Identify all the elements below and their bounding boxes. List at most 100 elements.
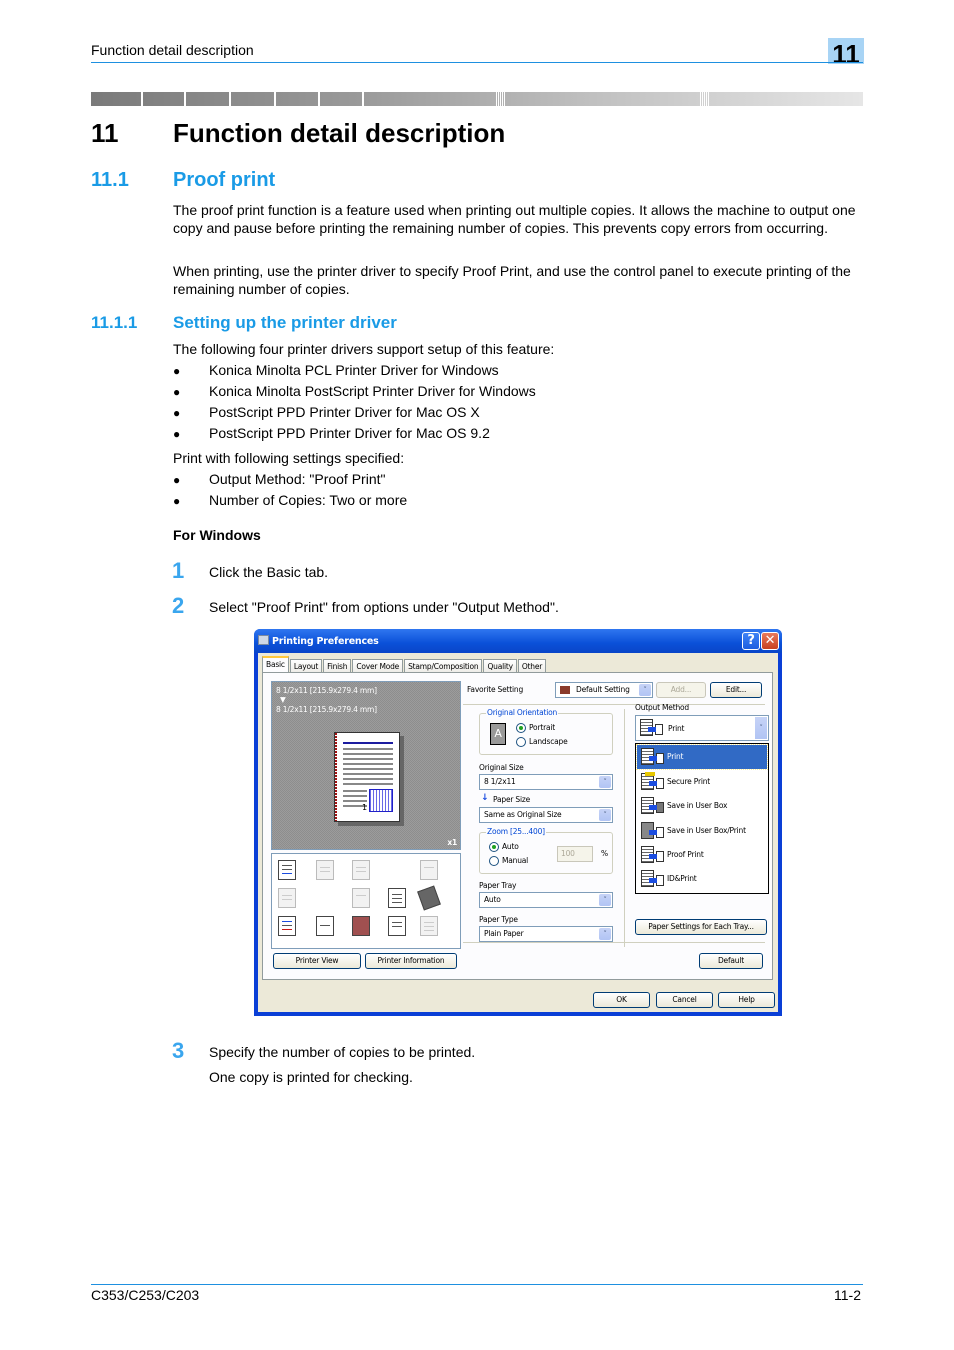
original-size-select[interactable]: 8 1/2x11 ˅ <box>479 774 613 790</box>
portrait-radio[interactable] <box>516 723 526 733</box>
tab-bar: Basic Layout Finish Cover Mode Stamp/Com… <box>262 656 547 673</box>
ok-button[interactable]: OK <box>593 992 650 1008</box>
zoom-value-input[interactable]: 100 <box>557 846 593 862</box>
footer-page-number: 11-2 <box>834 1287 861 1303</box>
decorative-band <box>91 92 863 106</box>
orientation-preview-icon: A <box>490 723 506 745</box>
list-item: ● PostScript PPD Printer Driver for Mac O… <box>173 425 490 441</box>
tab-cover-mode[interactable]: Cover Mode <box>352 659 404 673</box>
print-icon <box>640 719 663 737</box>
preview-paper-size: 8 1/2x11 [215.9x279.4 mm] <box>276 705 377 714</box>
chevron-down-icon[interactable]: ˅ <box>599 809 611 821</box>
dialog-body: Basic Layout Finish Cover Mode Stamp/Com… <box>258 653 778 1012</box>
chevron-down-icon[interactable]: ˅ <box>639 684 651 696</box>
add-button[interactable]: Add... <box>656 682 706 698</box>
paper-type-select[interactable]: Plain Paper ˅ <box>479 926 613 942</box>
orientation-group: Original Orientation A Portrait Landscap… <box>479 708 613 755</box>
divider <box>624 709 625 947</box>
secure-print-icon <box>641 772 664 791</box>
id-print-icon <box>641 870 664 888</box>
chevron-down-icon[interactable]: ˅ <box>755 717 767 739</box>
printer-view-button[interactable]: Printer View <box>273 953 361 969</box>
zoom-group: Zoom [25...400] Auto Manual 100 % <box>479 827 613 874</box>
tab-stamp-composition[interactable]: Stamp/Composition <box>404 659 483 673</box>
step-number: 1 <box>172 558 185 583</box>
paper-tray-select[interactable]: Auto ˅ <box>479 892 613 908</box>
chevron-down-icon[interactable]: ˅ <box>599 776 611 788</box>
collate-icon <box>352 860 370 880</box>
step-text: Select "Proof Print" from options under … <box>209 599 559 615</box>
cover-page-icon <box>388 888 406 908</box>
output-option-proof-print[interactable]: Proof Print <box>637 843 767 867</box>
step-text: Click the Basic tab. <box>209 564 329 580</box>
tab-finish[interactable]: Finish <box>323 659 352 673</box>
copies-indicator: x1 <box>447 838 457 847</box>
list-item: ● Number of Copies: Two or more <box>173 492 408 508</box>
chapter-title: 11 Function detail description <box>91 118 506 148</box>
paper-tray-label: Paper Tray <box>479 881 517 890</box>
output-method-label: Output Method <box>635 703 689 712</box>
output-print-icon <box>278 860 296 880</box>
chevron-down-icon[interactable]: ˅ <box>599 928 611 940</box>
list-item: ● PostScript PPD Printer Driver for Mac O… <box>173 404 480 420</box>
account-track-icon <box>352 916 370 936</box>
output-option-id-print[interactable]: ID&Print <box>637 867 767 891</box>
output-option-secure-print[interactable]: Secure Print <box>637 770 767 794</box>
basic-tab-panel: 8 1/2x11 [215.9x279.4 mm] ▼ 8 1/2x11 [21… <box>262 672 773 980</box>
paper-settings-button[interactable]: Paper Settings for Each Tray... <box>635 919 767 935</box>
tab-layout[interactable]: Layout <box>289 659 323 673</box>
landscape-radio[interactable] <box>516 737 526 747</box>
cancel-button[interactable]: Cancel <box>656 992 713 1008</box>
user-box-print-icon <box>641 822 664 840</box>
edit-button[interactable]: Edit... <box>710 682 762 698</box>
chevron-down-icon[interactable]: ˅ <box>599 894 611 906</box>
portrait-label: Portrait <box>529 723 555 732</box>
subsection-title: 11.1.1 Setting up the printer driver <box>91 313 397 332</box>
banner-icon <box>420 916 438 936</box>
help-button[interactable]: Help <box>718 992 775 1008</box>
output-option-save-in-user-box[interactable]: Save in User Box <box>637 794 767 818</box>
arrow-down-icon: ↓ <box>481 793 489 803</box>
default-button[interactable]: Default <box>699 953 763 969</box>
close-button[interactable]: ✕ <box>761 632 779 650</box>
fold-icon <box>417 885 441 911</box>
paper-size-select[interactable]: Same as Original Size ˅ <box>479 807 613 823</box>
paper-size-label: Paper Size <box>493 795 531 804</box>
output-method-select[interactable]: Print ˅ <box>635 715 769 741</box>
tab-quality[interactable]: Quality <box>483 659 517 673</box>
favorite-setting-select[interactable]: Default Setting ˅ <box>555 682 653 698</box>
section-paragraph: When printing, use the printer driver to… <box>173 263 851 297</box>
zoom-auto-radio[interactable] <box>489 842 499 852</box>
zoom-manual-radio[interactable] <box>489 856 499 866</box>
report-icon <box>278 916 296 936</box>
tab-other[interactable]: Other <box>517 659 547 673</box>
zoom-group-title: Zoom [25...400] <box>486 827 546 836</box>
stack-icon <box>278 888 296 908</box>
dialog-title: Printing Preferences <box>272 636 379 647</box>
help-title-button[interactable]: ? <box>742 632 760 650</box>
output-option-save-in-user-box-print[interactable]: Save in User Box/Print <box>637 819 767 843</box>
watermark-icon <box>352 888 370 908</box>
favorite-setting-label: Favorite Setting <box>467 685 524 694</box>
zoom-unit: % <box>601 849 608 858</box>
list-item: ● Konica Minolta PostScript Printer Drive… <box>173 383 536 399</box>
footer-model: C353/C253/C203 <box>91 1287 200 1303</box>
duplex-icon <box>420 860 438 880</box>
dialog-title-bar: Printing Preferences ? ✕ <box>254 629 782 653</box>
step-number: 2 <box>172 593 185 618</box>
preview-original-size: 8 1/2x11 [215.9x279.4 mm] <box>276 686 377 695</box>
section-paragraph: The proof print function is a feature us… <box>173 202 856 236</box>
settings-intro: Print with following settings specified: <box>173 450 405 466</box>
running-header: Function detail description <box>91 42 254 58</box>
user-box-icon <box>641 797 664 815</box>
user-auth-icon <box>316 916 334 936</box>
printer-information-button[interactable]: Printer Information <box>365 953 457 969</box>
zoom-auto-label: Auto <box>502 842 519 851</box>
output-method-list: Print Secure Print Save in User Box Save… <box>635 743 769 894</box>
orientation-group-title: Original Orientation <box>486 708 559 717</box>
print-icon <box>641 748 664 766</box>
output-option-print[interactable]: Print <box>636 744 768 770</box>
tab-basic[interactable]: Basic <box>262 656 289 673</box>
scheduled-print-icon <box>388 916 406 936</box>
printing-preferences-dialog: Printing Preferences ? ✕ Basic Layout Fi… <box>254 629 782 1016</box>
